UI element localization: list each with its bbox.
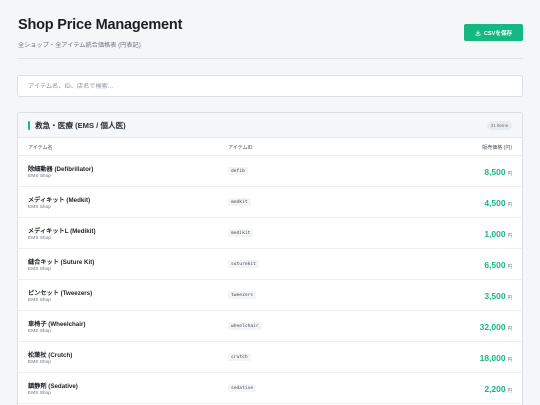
item-shop: EMS Shop: [28, 329, 51, 334]
download-icon: [475, 29, 481, 35]
category-header: 救急・医療 (EMS / 個人医) 31 items: [18, 113, 522, 138]
table-row[interactable]: メディキット (Medkit) EMS Shop medkit 4,500 円: [18, 187, 522, 218]
table-header: アイテム名 アイテムID 販売価格 (円): [18, 138, 522, 156]
category-panel: 救急・医療 (EMS / 個人医) 31 items アイテム名 アイテムID …: [17, 112, 523, 405]
page-title: Shop Price Management: [18, 17, 183, 33]
search-input[interactable]: [28, 82, 522, 90]
search-box[interactable]: [17, 75, 523, 97]
item-id: crutch: [228, 353, 251, 361]
item-name: メディキットL (Medikit): [28, 228, 96, 235]
item-id: sedative: [228, 384, 257, 392]
item-name: 除細動器 (Defibrillator): [28, 166, 94, 173]
item-price: 18,000 円: [480, 353, 512, 363]
category-accent-bar: [28, 120, 30, 130]
item-id: tweezers: [228, 291, 257, 299]
item-price-value: 2,200: [484, 384, 506, 394]
item-price-unit: 円: [507, 357, 512, 362]
item-price-unit: 円: [507, 295, 512, 300]
item-name: メディキット (Medkit): [28, 197, 91, 204]
item-price-value: 18,000: [479, 353, 506, 363]
item-shop: EMS Shop: [28, 174, 51, 179]
item-price: 2,200 円: [484, 384, 512, 394]
item-shop: EMS Shop: [28, 236, 51, 241]
table-row[interactable]: 松葉杖 (Crutch) EMS Shop crutch 18,000 円: [18, 342, 522, 373]
item-name: 松葉杖 (Crutch): [28, 352, 73, 359]
item-price: 1,000 円: [484, 229, 512, 239]
table-row[interactable]: 縫合キット (Suture Kit) EMS Shop suturekit 6,500…: [18, 249, 522, 280]
item-price-unit: 円: [507, 388, 512, 393]
item-price-value: 3,500: [484, 291, 506, 301]
table-row[interactable]: メディキットL (Medikit) EMS Shop medikit 1,000 円: [18, 218, 522, 249]
item-price-unit: 円: [507, 264, 512, 269]
item-name: 鎮静剤 (Sedative): [28, 383, 78, 390]
table-row[interactable]: ピンセット (Tweezers) EMS Shop tweezers 3,500 円: [18, 280, 522, 311]
table-row[interactable]: 鎮静剤 (Sedative) EMS Shop sedative 2,200 円: [18, 373, 522, 404]
item-price-value: 32,000: [479, 322, 506, 332]
column-header-price: 販売価格 (円): [482, 145, 512, 151]
item-shop: EMS Shop: [28, 267, 51, 272]
item-price-unit: 円: [507, 326, 512, 331]
item-name: ピンセット (Tweezers): [28, 290, 93, 297]
column-header-id: アイテムID: [228, 145, 253, 151]
item-price-unit: 円: [507, 202, 512, 207]
table-row[interactable]: 車椅子 (Wheelchair) EMS Shop wheelchair 32,000…: [18, 311, 522, 342]
item-price: 4,500 円: [484, 198, 512, 208]
item-price-value: 8,500: [484, 167, 506, 177]
item-shop: EMS Shop: [28, 360, 51, 365]
item-shop: EMS Shop: [28, 205, 51, 210]
item-price-value: 6,500: [484, 260, 506, 270]
item-price-unit: 円: [507, 171, 512, 176]
item-price-value: 1,000: [484, 229, 506, 239]
item-price: 8,500 円: [484, 167, 512, 177]
item-count-badge: 31 items: [486, 121, 512, 130]
item-id: medikit: [228, 229, 254, 237]
item-id: suturekit: [228, 260, 259, 268]
page-subtitle: 全ショップ・全アイテム統合価格表 (円表記): [18, 42, 141, 49]
item-id: medkit: [228, 198, 251, 206]
item-price-unit: 円: [507, 233, 512, 238]
item-price: 6,500 円: [484, 260, 512, 270]
page-header: Shop Price Management 全ショップ・全アイテム統合価格表 (…: [18, 17, 523, 57]
item-price: 32,000 円: [480, 322, 512, 332]
item-id: wheelchair: [228, 322, 262, 330]
item-price-value: 4,500: [484, 198, 506, 208]
column-header-name: アイテム名: [28, 145, 53, 151]
save-csv-label: CSVを保存: [483, 30, 513, 37]
item-table-body: 除細動器 (Defibrillator) EMS Shop defib 8,500 円メ…: [18, 156, 522, 404]
item-name: 車椅子 (Wheelchair): [28, 321, 86, 328]
header-divider: [17, 58, 523, 59]
item-price: 3,500 円: [484, 291, 512, 301]
save-csv-button[interactable]: CSVを保存: [464, 24, 523, 41]
item-id: defib: [228, 167, 248, 175]
table-row[interactable]: 除細動器 (Defibrillator) EMS Shop defib 8,500 円: [18, 156, 522, 187]
category-title: 救急・医療 (EMS / 個人医): [35, 120, 126, 130]
item-shop: EMS Shop: [28, 298, 51, 303]
item-name: 縫合キット (Suture Kit): [28, 259, 95, 266]
item-shop: EMS Shop: [28, 391, 51, 396]
